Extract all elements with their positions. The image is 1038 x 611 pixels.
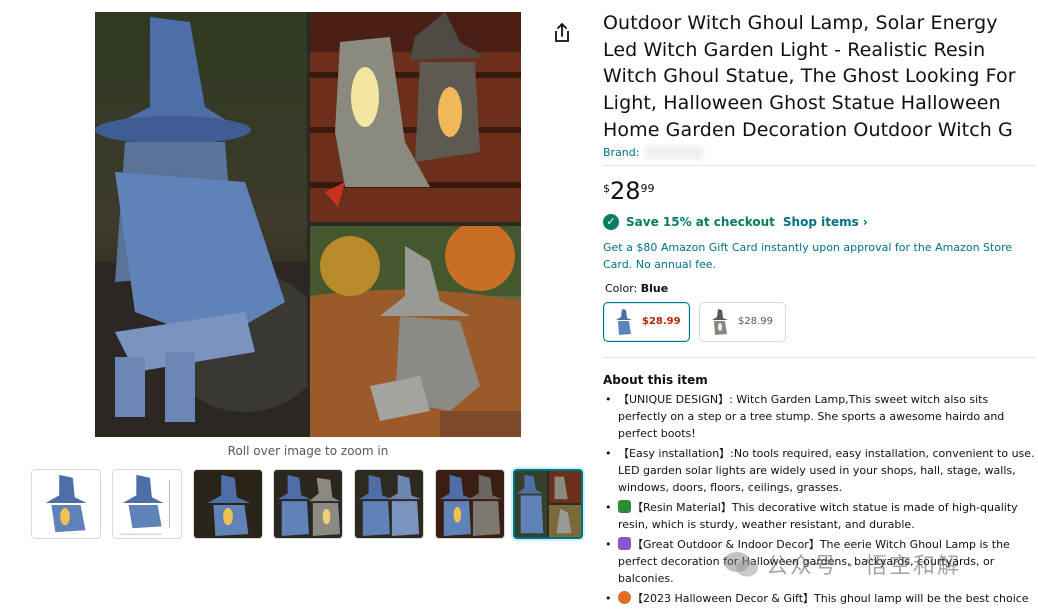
heart-icon (618, 536, 631, 550)
gift-card-offer[interactable]: Get a $80 Amazon Gift Card instantly upo… (603, 239, 1023, 273)
color-selected-value: Blue (640, 281, 669, 295)
bullet-text: 【UNIQUE DESIGN】: Witch Garden Lamp,This … (618, 392, 1005, 440)
color-label-text: Color: (605, 281, 638, 295)
price: $ 28 99 (603, 178, 1035, 204)
brand-row[interactable]: Brand: (603, 145, 1035, 160)
image-panel-garden (310, 226, 521, 437)
main-product-image[interactable] (95, 12, 521, 437)
savings-row: ✓ Save 15% at checkout Shop items › (603, 213, 1035, 230)
price-symbol: $ (603, 181, 610, 195)
list-item: 【2023 Halloween Decor & Gift】This ghoul … (603, 590, 1035, 611)
swatch-blue-price: $28.99 (642, 316, 681, 328)
list-item: 【Easy installation】:No tools required, e… (603, 445, 1035, 496)
wechat-icon (724, 552, 758, 577)
divider (603, 356, 1035, 358)
product-info: Outdoor Witch Ghoul Lamp, Solar Energy L… (603, 10, 1035, 611)
swatch-grey-price: $28.99 (738, 316, 773, 328)
swatch-grey[interactable]: $28.99 (699, 301, 786, 342)
checkmark-icon: ✓ (603, 213, 619, 230)
watermark: 公众号 · 悟空和解 (722, 548, 961, 580)
price-fraction: 99 (640, 181, 655, 195)
list-item: 【Resin Material】This decorative witch st… (603, 499, 1035, 533)
bullet-text: 【Easy installation】:No tools required, e… (618, 446, 1035, 494)
zoom-hint: Roll over image to zoom in (227, 444, 389, 458)
divider (603, 164, 1035, 166)
thumbnail-5[interactable] (354, 469, 424, 539)
image-panel-stairs (310, 12, 521, 222)
pumpkin-icon (618, 590, 631, 604)
tree-icon (618, 499, 631, 513)
thumbnail-4[interactable] (273, 469, 343, 539)
swatch-blue[interactable]: $28.99 (603, 301, 690, 342)
list-item: 【UNIQUE DESIGN】: Witch Garden Lamp,This … (603, 391, 1035, 442)
color-swatches: $28.99 $28.99 (603, 301, 1035, 342)
shop-items-link[interactable]: Shop items › (783, 215, 868, 229)
thumbnail-7-selected[interactable] (513, 469, 583, 539)
product-title: Outdoor Witch Ghoul Lamp, Solar Energy L… (603, 12, 1016, 141)
bullet-text: 【Resin Material】This decorative witch st… (618, 500, 1018, 531)
watermark-text: 公众号 · 悟空和解 (766, 554, 961, 579)
thumbnail-2[interactable] (112, 469, 182, 539)
color-label: Color: Blue (605, 282, 1035, 295)
savings-text: Save 15% at checkout (626, 214, 775, 229)
swatch-grey-image (712, 308, 728, 335)
share-icon[interactable] (552, 22, 572, 44)
brand-label[interactable]: Brand: (603, 146, 639, 159)
brand-name-redacted (645, 145, 704, 160)
swatch-blue-image (616, 308, 632, 335)
thumbnail-1[interactable] (31, 469, 101, 539)
about-heading: About this item (603, 372, 708, 387)
thumbnail-3[interactable] (193, 469, 263, 539)
image-panel-blue-witch (95, 12, 307, 437)
thumbnail-6[interactable] (435, 469, 505, 539)
price-whole: 28 (610, 176, 641, 205)
bullet-text: 【2023 Halloween Decor & Gift】This ghoul … (618, 591, 1031, 611)
